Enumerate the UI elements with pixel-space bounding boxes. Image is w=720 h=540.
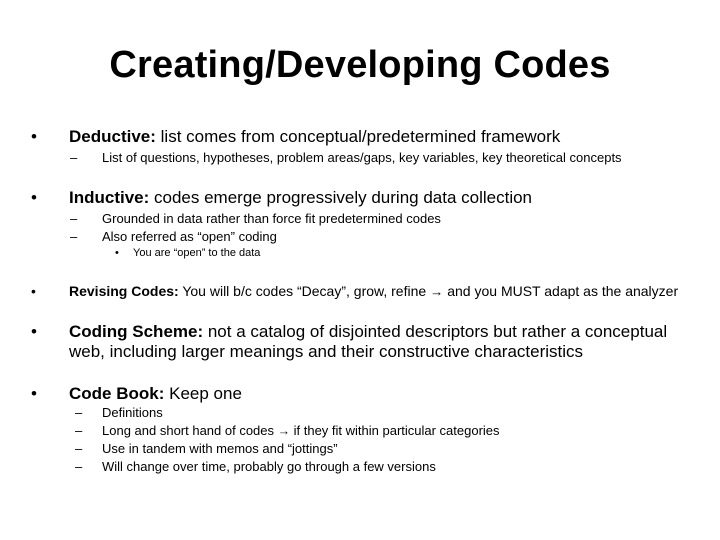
- bullet-icon: •: [31, 384, 37, 403]
- sub-text: Long and short hand of codes: [102, 423, 275, 438]
- sub-text: Also referred as “open” coding: [102, 229, 277, 244]
- sub-text: List of questions, hypotheses, problem a…: [102, 150, 622, 165]
- sub-text: Use in tandem with memos and “jottings”: [102, 441, 338, 456]
- arrow-right-icon: →: [430, 284, 444, 299]
- sub-text: Will change over time, probably go throu…: [102, 459, 436, 474]
- bullet-icon: •: [31, 188, 37, 207]
- bullet-icon: •: [31, 127, 37, 146]
- bullet-icon: •: [115, 247, 119, 259]
- revising-codes-text-before: You will b/c codes “Decay”, grow, refine: [178, 283, 431, 299]
- deductive-text: list comes from conceptual/predetermined…: [155, 127, 561, 146]
- dash-icon: –: [75, 441, 83, 456]
- subsub-text: You are “open” to the data: [133, 247, 261, 259]
- dash-icon: –: [75, 405, 83, 420]
- sub-text: Definitions: [102, 405, 163, 420]
- sub-text-after-arrow: if they fit within particular categories: [290, 423, 500, 438]
- dash-icon: –: [75, 459, 83, 474]
- revising-codes-label: Revising Codes:: [69, 283, 179, 299]
- inductive-label: Inductive:: [69, 188, 150, 207]
- bullet-icon: •: [31, 322, 37, 341]
- sub-text: Grounded in data rather than force fit p…: [102, 211, 441, 226]
- dash-icon: –: [75, 423, 83, 438]
- inductive-text: codes emerge progressively during data c…: [149, 188, 533, 207]
- coding-scheme-label: Coding Scheme:: [69, 322, 204, 341]
- bullet-icon: •: [31, 283, 36, 299]
- code-book-text: Keep one: [164, 384, 242, 403]
- dash-icon: –: [70, 211, 78, 226]
- deductive-label: Deductive:: [69, 127, 156, 146]
- dash-icon: –: [70, 229, 78, 244]
- revising-codes-text-after: and you MUST adapt as the analyzer: [443, 283, 679, 299]
- slide-title: Creating/Developing Codes: [109, 44, 611, 86]
- dash-icon: –: [70, 150, 78, 165]
- code-book-label: Code Book:: [69, 384, 165, 403]
- arrow-right-icon: →: [277, 424, 290, 438]
